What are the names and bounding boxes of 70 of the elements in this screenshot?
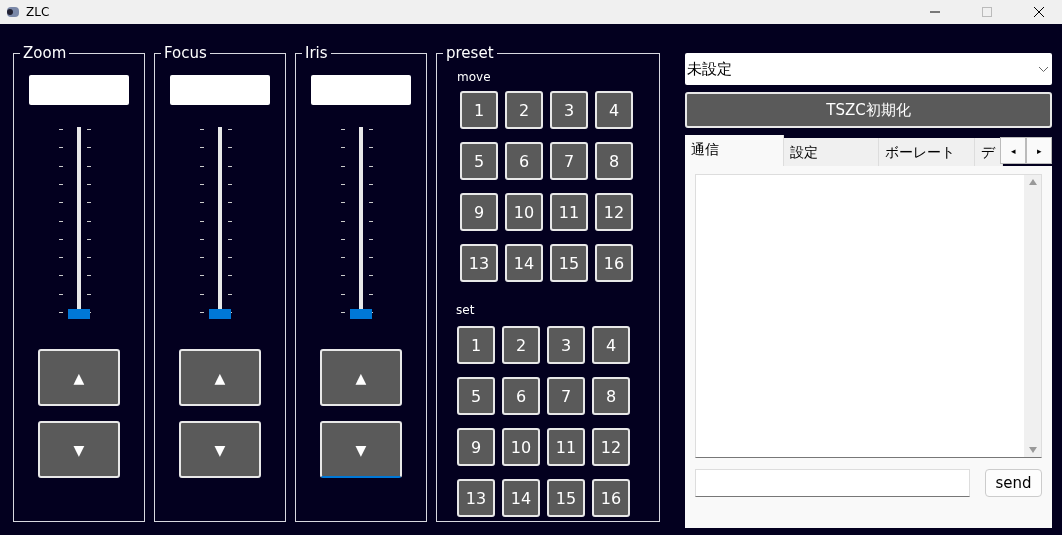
preset-button[interactable]: 1 [457,326,495,364]
preset-button[interactable]: 10 [505,193,543,231]
maximize-icon [982,7,992,17]
preset-button[interactable]: 2 [505,91,543,129]
section-label: move [457,70,491,84]
preset-button[interactable]: 16 [595,244,633,282]
group-title: Focus [163,44,208,62]
preset-button[interactable]: 15 [550,244,588,282]
section-label: set [456,303,475,317]
preset-button[interactable]: 12 [595,193,633,231]
preset-button[interactable]: 9 [457,428,495,466]
preset-button[interactable]: 7 [550,142,588,180]
preset-button[interactable]: 12 [592,428,630,466]
tab[interactable]: 通信 [685,135,784,166]
command-field[interactable] [695,469,970,497]
preset-button[interactable]: 10 [502,428,540,466]
preset-button[interactable]: 5 [457,377,495,415]
preset-button[interactable]: 14 [502,479,540,517]
group-title: Iris [304,44,329,62]
tab[interactable]: ボーレート [879,138,975,166]
preset-button[interactable]: 2 [502,326,540,364]
scrollbar[interactable] [1024,175,1041,457]
tab[interactable]: デ [975,138,1003,166]
app-icon [6,6,20,18]
log-area[interactable] [695,174,1042,458]
tab-scroll-button[interactable]: ▸ [1026,137,1052,164]
preset-button[interactable]: 9 [460,193,498,231]
down-button[interactable]: ▼ [179,421,261,478]
preset-button[interactable]: 11 [547,428,585,466]
preset-button[interactable]: 1 [460,91,498,129]
up-button[interactable]: ▲ [320,349,402,406]
up-button[interactable]: ▲ [179,349,261,406]
preset-button[interactable]: 14 [505,244,543,282]
value-field[interactable] [170,75,270,105]
scroll-up-icon[interactable] [1028,179,1037,185]
init-button[interactable]: TSZC初期化 [685,92,1052,128]
preset-button[interactable]: 8 [595,142,633,180]
preset-button[interactable]: 6 [502,377,540,415]
window-title: ZLC [26,5,51,19]
tab[interactable]: 設定 [784,138,879,166]
preset-button[interactable]: 6 [505,142,543,180]
preset-button[interactable]: 7 [547,377,585,415]
preset-button[interactable]: 4 [595,91,633,129]
preset-button[interactable]: 3 [550,91,588,129]
preset-button[interactable]: 3 [547,326,585,364]
value-field[interactable] [29,75,129,105]
close-icon [1034,7,1044,17]
value-field[interactable] [311,75,411,105]
preset-button[interactable]: 11 [550,193,588,231]
slider-thumb[interactable] [68,309,90,319]
group-title: Zoom [22,44,68,62]
down-button[interactable]: ▼ [38,421,120,478]
preset-button[interactable]: 8 [592,377,630,415]
port-dropdown[interactable]: 未設定 [685,53,1052,85]
dropdown-value: 未設定 [687,59,732,79]
preset-button[interactable]: 4 [592,326,630,364]
tab-scroll-button[interactable]: ◂ [1000,137,1026,164]
preset-button[interactable]: 13 [457,479,495,517]
scroll-down-icon[interactable] [1028,447,1037,453]
preset-button[interactable]: 13 [460,244,498,282]
slider-thumb[interactable] [209,309,231,319]
up-button[interactable]: ▲ [38,349,120,406]
preset-button[interactable]: 15 [547,479,585,517]
slider-thumb[interactable] [350,309,372,319]
preset-button[interactable]: 16 [592,479,630,517]
down-button[interactable]: ▼ [320,421,402,478]
preset-button[interactable]: 5 [460,142,498,180]
group-title: preset [445,44,495,62]
chevron-down-icon [1039,66,1048,72]
send-button[interactable]: send [985,469,1042,497]
